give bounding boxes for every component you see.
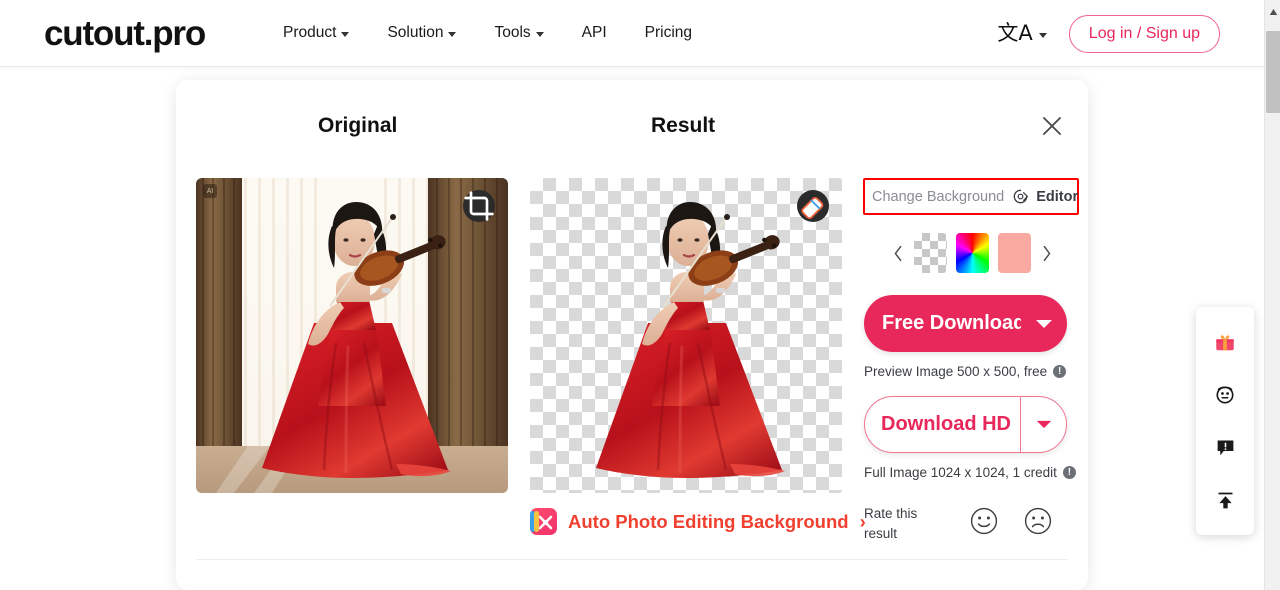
rate-result-label: Rate this result	[864, 506, 918, 541]
rate-buttons	[970, 507, 1052, 540]
options-panel: Change Background Editor Free Download P…	[863, 178, 1080, 543]
nav-label: Solution	[387, 24, 444, 41]
eraser-icon[interactable]	[797, 190, 829, 222]
scrollbar-thumb[interactable]	[1266, 31, 1280, 113]
chevron-down-icon	[341, 32, 350, 37]
nav-label: Product	[283, 24, 337, 41]
translate-icon: 文A	[997, 21, 1033, 45]
original-image[interactable]: AI	[196, 178, 508, 493]
nav-item-product[interactable]: Product	[283, 24, 350, 42]
free-download-caption-text: Preview Image 500 x 500, free	[864, 364, 1048, 379]
chevron-down-icon	[535, 32, 544, 37]
auto-photo-editing-link[interactable]: Auto Photo Editing Background ›	[530, 508, 866, 535]
free-download-dropdown-icon[interactable]	[1021, 318, 1067, 330]
swatch-prev-button[interactable]	[891, 244, 905, 263]
nav-item-solution[interactable]: Solution	[387, 24, 457, 42]
download-hd-caption: Full Image 1024 x 1024, 1 credit !	[864, 465, 1078, 480]
card-header: Original Result	[176, 80, 1088, 148]
swatch-color-picker[interactable]	[955, 233, 989, 273]
swatch-transparent[interactable]	[913, 233, 947, 273]
nav-label: API	[581, 24, 607, 41]
nav-item-pricing[interactable]: Pricing	[645, 24, 692, 42]
site-header: cutout.pro Product Solution Tools API Pr…	[0, 0, 1264, 67]
download-hd-label: Download HD	[881, 413, 1011, 435]
download-hd-button[interactable]: Download HD	[864, 396, 1067, 453]
nav-item-tools[interactable]: Tools	[494, 24, 544, 42]
auto-photo-editing-icon	[530, 508, 557, 535]
smiley-sad-icon[interactable]	[1024, 507, 1052, 540]
header-actions: 文A Log in / Sign up	[997, 0, 1220, 67]
login-signup-button[interactable]: Log in / Sign up	[1068, 14, 1220, 53]
change-background-label: Change Background	[872, 188, 1005, 205]
chevron-down-icon	[448, 32, 457, 37]
free-download-button[interactable]: Free Download	[864, 295, 1067, 352]
editor-label[interactable]: Editor	[1036, 189, 1078, 205]
result-title: Result	[651, 114, 716, 137]
ai-badge: AI	[203, 184, 217, 198]
free-download-label: Free Download	[882, 312, 1021, 334]
language-switcher[interactable]: 文A	[997, 21, 1047, 45]
scroll-to-top-icon[interactable]	[1210, 486, 1240, 516]
scroll-up-icon[interactable]	[1265, 4, 1280, 20]
crop-icon[interactable]	[463, 190, 495, 222]
avatar-icon[interactable]	[1210, 380, 1240, 410]
change-background-row[interactable]: Change Background Editor	[863, 178, 1079, 215]
rate-result-row: Rate this result	[864, 504, 1080, 543]
auto-photo-editing-label: Auto Photo Editing Background	[568, 510, 849, 532]
info-icon[interactable]: !	[1053, 365, 1067, 378]
main-nav: Product Solution Tools API Pricing	[283, 24, 692, 42]
chevron-down-icon	[1038, 32, 1047, 38]
result-card: Original Result AI Change Background Edi…	[176, 80, 1088, 590]
close-icon[interactable]	[1039, 113, 1065, 139]
feedback-icon[interactable]	[1210, 433, 1240, 463]
info-icon[interactable]: !	[1062, 466, 1076, 479]
auto-photo-editing-chevron-icon: ›	[859, 510, 866, 532]
smiley-happy-icon[interactable]	[970, 507, 998, 540]
download-hd-dropdown-icon[interactable]	[1020, 397, 1066, 452]
editor-icon	[1012, 188, 1029, 205]
free-download-caption: Preview Image 500 x 500, free !	[864, 364, 1078, 379]
swatch-next-button[interactable]	[1040, 244, 1054, 263]
original-title: Original	[318, 114, 398, 137]
nav-label: Tools	[494, 24, 531, 41]
background-swatch-carousel	[864, 233, 1080, 273]
page-root: cutout.pro Product Solution Tools API Pr…	[0, 0, 1280, 590]
page-scrollbar[interactable]	[1264, 0, 1280, 590]
result-image[interactable]	[530, 178, 842, 493]
site-logo[interactable]: cutout.pro	[44, 16, 206, 51]
gift-icon[interactable]	[1210, 327, 1240, 357]
nav-item-api[interactable]: API	[582, 24, 607, 42]
card-divider	[196, 559, 1068, 560]
swatch-salmon[interactable]	[997, 233, 1031, 273]
download-hd-caption-text: Full Image 1024 x 1024, 1 credit	[864, 465, 1057, 480]
nav-label: Pricing	[644, 24, 693, 41]
floating-side-widget	[1196, 307, 1254, 535]
